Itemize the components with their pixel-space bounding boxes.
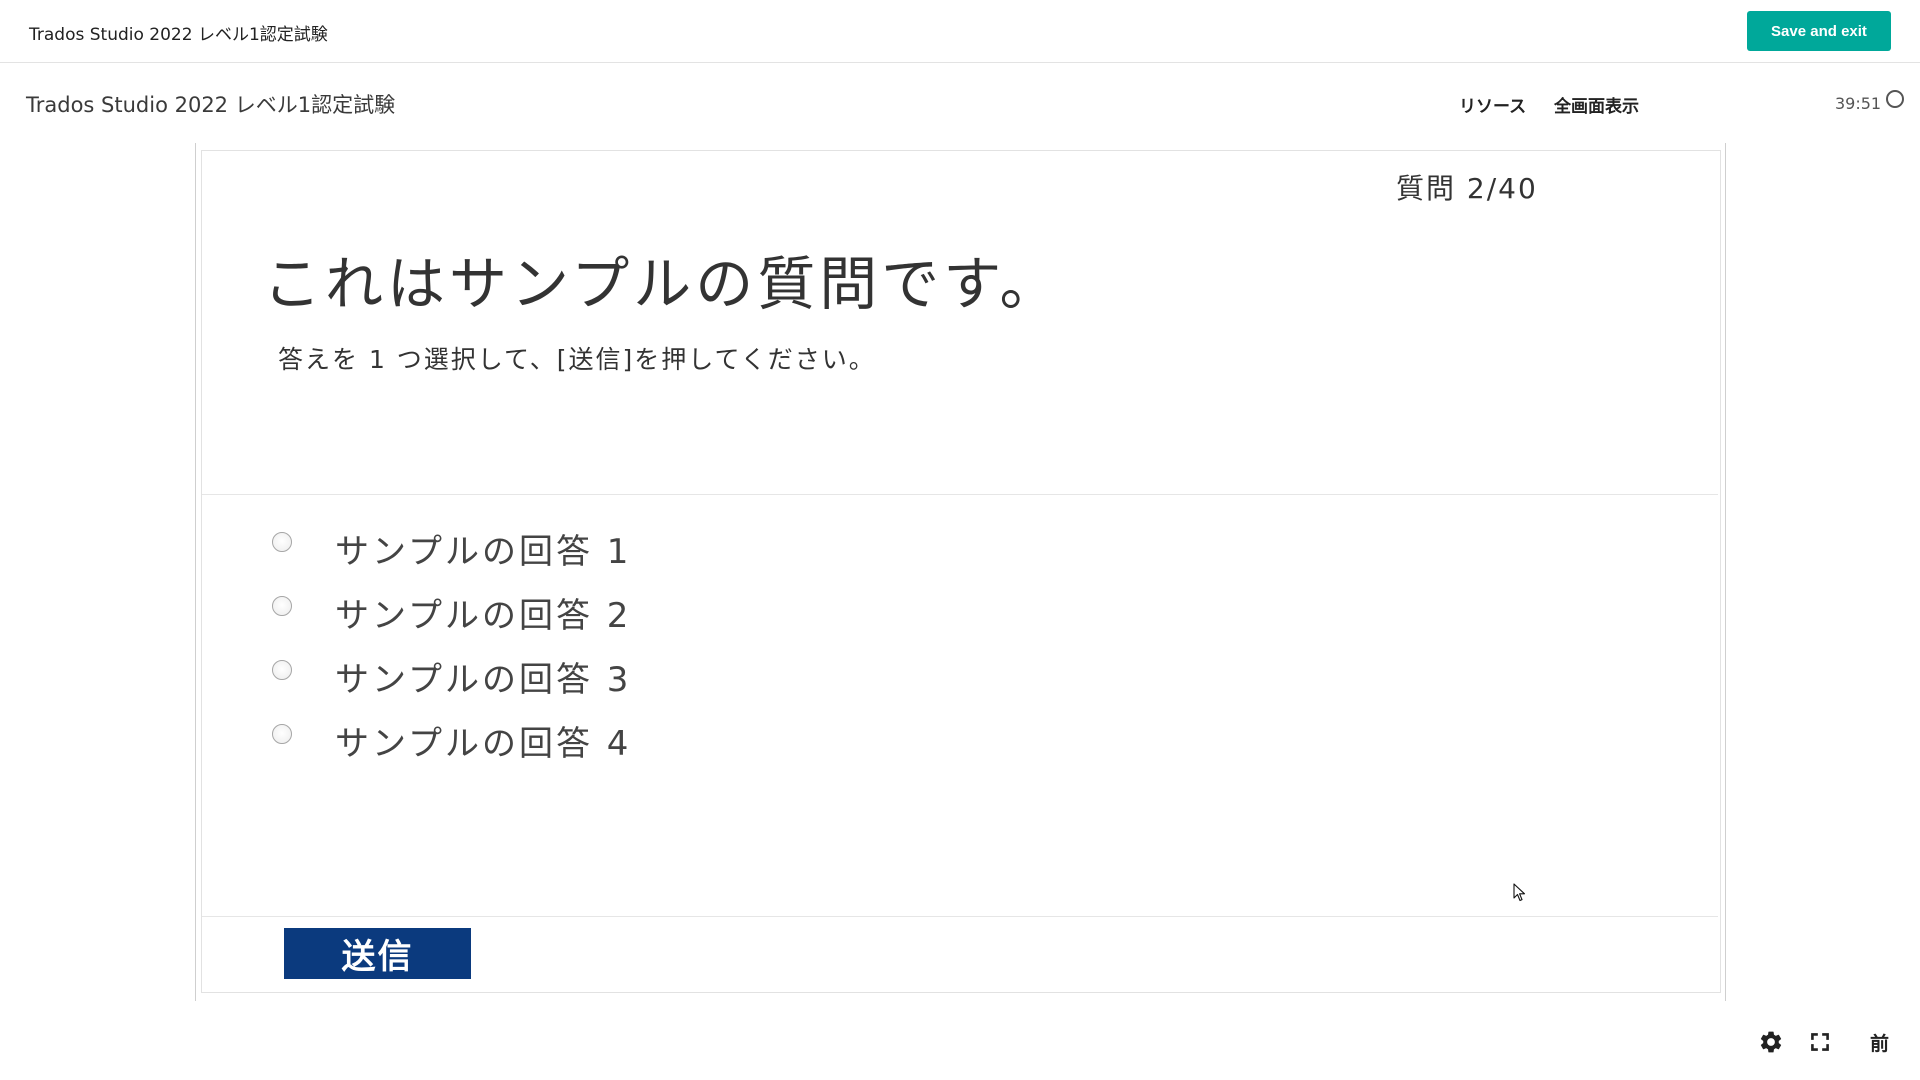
radio-button[interactable] (272, 660, 292, 680)
expand-icon (1811, 1033, 1829, 1051)
settings-button[interactable] (1758, 1029, 1784, 1055)
radio-button[interactable] (272, 532, 292, 552)
fullscreen-link[interactable]: 全画面表示 (1554, 92, 1639, 117)
divider (202, 494, 1718, 495)
course-title: Trados Studio 2022 レベル1認定試験 (26, 93, 396, 117)
resources-link[interactable]: リソース (1459, 92, 1526, 117)
divider (202, 916, 1718, 917)
answer-label: サンプルの回答 2 (335, 596, 632, 636)
course-header: Trados Studio 2022 レベル1認定試験 リソース 全画面表示 3… (0, 63, 1920, 143)
question-title: これはサンプルの質問です。 (263, 250, 1062, 318)
fullscreen-button[interactable] (1807, 1029, 1833, 1055)
radio-button[interactable] (272, 724, 292, 744)
previous-button[interactable]: 前 (1870, 1029, 1889, 1056)
top-bar: Trados Studio 2022 レベル1認定試験 Save and exi… (0, 0, 1920, 63)
app-title: Trados Studio 2022 レベル1認定試験 (29, 25, 328, 45)
question-counter: 質問 2/40 (1396, 172, 1538, 205)
save-and-exit-button[interactable]: Save and exit (1747, 11, 1891, 51)
gear-icon (1760, 1031, 1782, 1053)
timer-text: 39:51 (1835, 94, 1882, 113)
timer-ring-icon (1886, 90, 1904, 108)
answer-label: サンプルの回答 4 (335, 724, 632, 764)
radio-button[interactable] (272, 596, 292, 616)
submit-button[interactable]: 送信 (284, 928, 471, 979)
mouse-cursor-icon (1513, 883, 1526, 902)
answer-label: サンプルの回答 1 (335, 532, 632, 572)
question-instruction: 答えを 1 つ選択して、[送信]を押してください。 (278, 345, 876, 374)
answer-label: サンプルの回答 3 (335, 660, 632, 700)
